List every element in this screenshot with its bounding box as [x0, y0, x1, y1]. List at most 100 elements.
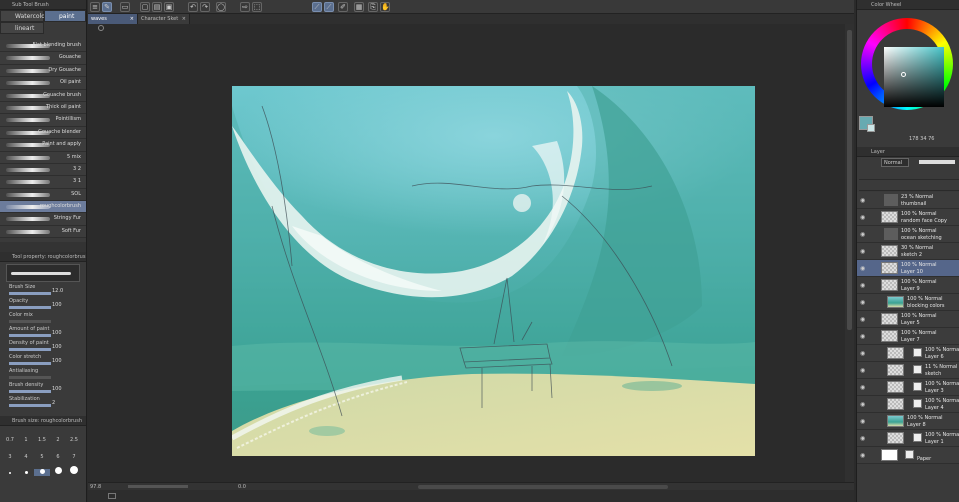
eye-icon[interactable]: ◉ — [860, 452, 865, 459]
navigator-icon[interactable] — [98, 25, 104, 31]
layer-row[interactable]: ◉ 100 % Normal blocking colors — [857, 294, 959, 311]
tool-property-slider[interactable] — [9, 362, 51, 366]
tool-property-row[interactable]: Brush Size 12.0 — [0, 284, 86, 298]
eye-icon[interactable]: ◉ — [860, 367, 865, 374]
brush-size-row-1[interactable]: 0.7 1 1.5 2 2.5 — [0, 426, 86, 445]
layer-tools-row-1[interactable] — [859, 170, 959, 180]
subtool-tab-watercolor[interactable]: Watercolor — [0, 10, 47, 22]
export-icon[interactable]: ⎘ — [368, 2, 378, 12]
tool-property-value[interactable]: 100 — [52, 344, 62, 350]
close-icon[interactable]: × — [130, 14, 134, 24]
hand-icon[interactable]: ✋ — [380, 2, 390, 12]
size-4[interactable]: 4 — [18, 454, 34, 460]
brush-size-dots[interactable] — [0, 462, 86, 480]
eye-icon[interactable]: ◉ — [860, 299, 865, 306]
size-6[interactable]: 6 — [50, 454, 66, 460]
zoom-slider[interactable] — [128, 485, 188, 488]
layer-row[interactable]: ◉ 100 % Normal Layer 4 — [857, 396, 959, 413]
size-1[interactable]: 1 — [18, 437, 34, 443]
size-2-5[interactable]: 2.5 — [66, 437, 82, 443]
blend-mode-select[interactable]: Normal — [881, 158, 909, 167]
layer-row[interactable]: ◉ 11 % Normal sketch — [857, 362, 959, 379]
layer-row[interactable]: ◉ 100 % Normal Layer 3 — [857, 379, 959, 396]
eye-icon[interactable]: ◉ — [860, 435, 865, 442]
layer-row[interactable]: ◉ Paper — [857, 447, 959, 464]
brush-item[interactable]: Flat blending brush — [0, 40, 86, 53]
eye-icon[interactable]: ◉ — [860, 248, 865, 255]
size-3[interactable]: 3 — [2, 454, 18, 460]
open-file-icon[interactable]: ▤ — [152, 2, 162, 12]
layer-row[interactable]: ◉ 100 % Normal ocean sketching — [857, 226, 959, 243]
new-file-icon[interactable]: ▢ — [140, 2, 150, 12]
eye-icon[interactable]: ◉ — [860, 197, 865, 204]
eye-icon[interactable]: ◉ — [860, 350, 865, 357]
layer-row[interactable]: ◉ 100 % Normal Layer 1 — [857, 430, 959, 447]
tool-property-slider[interactable] — [9, 348, 51, 352]
saturation-value-square[interactable] — [884, 47, 944, 107]
tool-property-row[interactable]: Stabilization 2 — [0, 396, 86, 410]
close-icon[interactable]: × — [182, 14, 186, 24]
tool-property-slider[interactable] — [9, 334, 51, 338]
tool-property-value[interactable]: 100 — [52, 358, 62, 364]
brush-item[interactable]: Gouache — [0, 52, 86, 65]
document-icon[interactable]: ▭ — [120, 2, 130, 12]
layer-row[interactable]: ◉ 100 % Normal Layer 10 — [857, 260, 959, 277]
tool-property-row[interactable]: Color stretch 100 — [0, 354, 86, 368]
ruler-icon[interactable]: ⟋ — [324, 2, 334, 12]
layer-opacity-slider[interactable] — [919, 160, 955, 164]
brush-item[interactable]: Pointillism — [0, 114, 86, 127]
tool-property-row[interactable]: Color mix — [0, 312, 86, 326]
tab-waves[interactable]: waves × — [88, 14, 138, 24]
tool-property-slider[interactable] — [9, 376, 51, 380]
tool-property-row[interactable]: Antialiasing — [0, 368, 86, 382]
undo-icon[interactable]: ↶ — [188, 2, 198, 12]
layer-row[interactable]: ◉ 30 % Normal sketch 2 — [857, 243, 959, 260]
layer-row[interactable]: ◉ 23 % Normal thumbnail — [857, 192, 959, 209]
eye-icon[interactable]: ◉ — [860, 384, 865, 391]
brush-item[interactable]: roughcolorbrush — [0, 201, 86, 214]
eye-icon[interactable]: ◉ — [860, 231, 865, 238]
tool-icon[interactable]: ✎ — [102, 2, 112, 12]
sub-color-swatch[interactable] — [867, 124, 875, 132]
size-1-5[interactable]: 1.5 — [34, 437, 50, 443]
tab-character-sketch[interactable]: Character Sket × — [138, 14, 190, 24]
color-wheel[interactable] — [859, 12, 957, 118]
tool-property-slider[interactable] — [9, 404, 51, 408]
clear-icon[interactable]: ◯ — [216, 2, 226, 12]
tool-property-value[interactable]: 100 — [52, 330, 62, 336]
panel-toggle-icon[interactable] — [108, 493, 116, 499]
snap-icon[interactable]: ⟋ — [312, 2, 322, 12]
brush-item[interactable]: SOL — [0, 188, 86, 202]
brush-item[interactable]: Gouache brush — [0, 89, 86, 102]
layer-tools-row-2[interactable] — [859, 181, 959, 191]
layer-row[interactable]: ◉ 100 % Normal Layer 9 — [857, 277, 959, 294]
size-0-7[interactable]: 0.7 — [2, 437, 18, 443]
layer-row[interactable]: ◉ 100 % Normal Layer 6 — [857, 345, 959, 362]
save-icon[interactable]: ▣ — [164, 2, 174, 12]
tool-property-row[interactable]: Density of paint 100 — [0, 340, 86, 354]
layer-row[interactable]: ◉ 100 % Normal Layer 5 — [857, 311, 959, 328]
brush-item[interactable]: Paint and apply — [0, 139, 86, 152]
subtool-tab-lineart[interactable]: lineart — [0, 22, 44, 34]
tool-property-row[interactable]: Brush density 100 — [0, 382, 86, 396]
grid-icon[interactable]: ▦ — [354, 2, 364, 12]
eye-icon[interactable]: ◉ — [860, 418, 865, 425]
tool-property-slider[interactable] — [9, 292, 51, 296]
tool-property-row[interactable]: Amount of paint 100 — [0, 326, 86, 340]
layer-row[interactable]: ◉ 100 % Normal Layer 8 — [857, 413, 959, 430]
redo-icon[interactable]: ↷ — [200, 2, 210, 12]
tool-property-row[interactable]: Opacity 100 — [0, 298, 86, 312]
tool-property-slider[interactable] — [9, 390, 51, 394]
brush-item[interactable]: Thick oil paint — [0, 101, 86, 115]
tool-property-value[interactable]: 100 — [52, 302, 62, 308]
tool-property-value[interactable]: 100 — [52, 386, 62, 392]
tool-property-slider[interactable] — [9, 306, 51, 310]
brush-item[interactable]: Dry Gouache — [0, 64, 86, 78]
brush-item[interactable]: 5 mix — [0, 151, 86, 164]
drawing-canvas[interactable] — [232, 86, 755, 456]
size-5[interactable]: 5 — [34, 454, 50, 460]
brush-item[interactable]: Gouache blender — [0, 126, 86, 140]
eye-icon[interactable]: ◉ — [860, 316, 865, 323]
layer-row[interactable]: ◉ 100 % Normal Layer 7 — [857, 328, 959, 345]
eye-icon[interactable]: ◉ — [860, 333, 865, 340]
